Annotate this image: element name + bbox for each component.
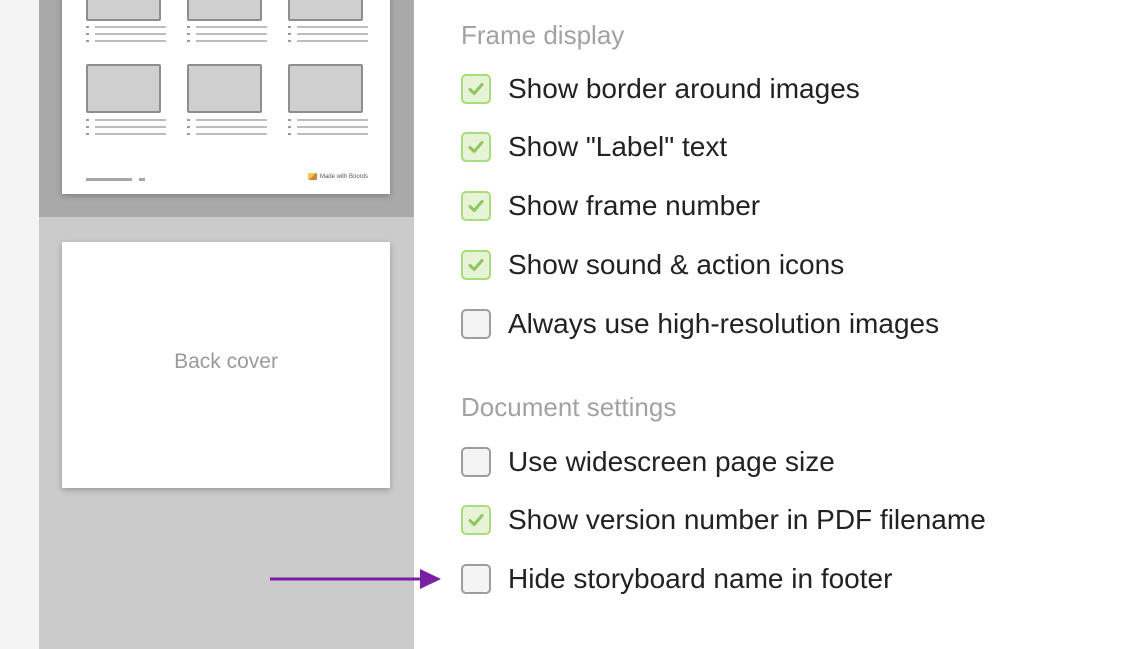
pdf-preview-panel: Made with Boords Back cover [39, 0, 414, 649]
preview-page-area: Made with Boords [39, 0, 414, 217]
frame-thumbnail [187, 64, 262, 113]
brand-label: Made with Boords [319, 173, 368, 180]
back-cover-page: Back cover [62, 242, 390, 488]
checkbox[interactable] [461, 309, 491, 339]
checkbox[interactable] [461, 564, 491, 594]
checkmark-icon [468, 514, 484, 526]
option-show-sound-action-icons[interactable]: Show sound & action icons [461, 247, 844, 283]
frame-text-lines [288, 119, 368, 139]
checkbox[interactable] [461, 191, 491, 221]
back-cover-label: Back cover [174, 350, 278, 373]
brand-mark: Made with Boords [307, 173, 368, 180]
left-strip [0, 0, 39, 649]
checkmark-icon [468, 141, 484, 153]
boords-logo-icon [307, 173, 317, 180]
checkmark-icon [468, 200, 484, 212]
frame-thumbnail [288, 0, 363, 21]
checkbox[interactable] [461, 447, 491, 477]
frame-text-lines [288, 26, 368, 46]
option-label: Show border around images [508, 73, 860, 104]
section-heading-frame-display: Frame display [461, 20, 625, 50]
option-show-border[interactable]: Show border around images [461, 71, 860, 107]
option-show-label-text[interactable]: Show "Label" text [461, 129, 727, 165]
option-high-resolution-images[interactable]: Always use high-resolution images [461, 306, 939, 342]
option-label: Always use high-resolution images [508, 308, 940, 339]
option-label: Show frame number [508, 190, 761, 221]
frame-thumbnail [86, 0, 161, 21]
checkbox[interactable] [461, 74, 491, 104]
option-label: Show sound & action icons [508, 249, 845, 280]
option-label: Show "Label" text [508, 131, 728, 162]
footer-page-line [139, 178, 145, 181]
section-heading-document-settings: Document settings [461, 392, 677, 422]
option-hide-storyboard-name[interactable]: Hide storyboard name in footer [461, 561, 892, 597]
preview-page: Made with Boords [62, 0, 390, 194]
checkbox[interactable] [461, 505, 491, 535]
frame-thumbnail [288, 64, 363, 113]
annotation-arrow-icon [270, 569, 441, 589]
checkmark-icon [468, 83, 484, 95]
option-label: Hide storyboard name in footer [508, 563, 893, 594]
frame-text-lines [86, 119, 166, 139]
frame-thumbnail [86, 64, 161, 113]
frame-text-lines [86, 26, 166, 46]
frame-thumbnail [187, 0, 262, 21]
option-widescreen-page-size[interactable]: Use widescreen page size [461, 444, 835, 480]
option-label: Use widescreen page size [508, 446, 835, 477]
checkbox[interactable] [461, 250, 491, 280]
option-label: Show version number in PDF filename [508, 504, 986, 535]
option-show-frame-number[interactable]: Show frame number [461, 188, 760, 224]
frame-text-lines [187, 119, 267, 139]
option-version-number-in-filename[interactable]: Show version number in PDF filename [461, 502, 986, 538]
frame-text-lines [187, 26, 267, 46]
checkbox[interactable] [461, 132, 491, 162]
checkmark-icon [468, 259, 484, 271]
footer-name-line [86, 178, 132, 181]
